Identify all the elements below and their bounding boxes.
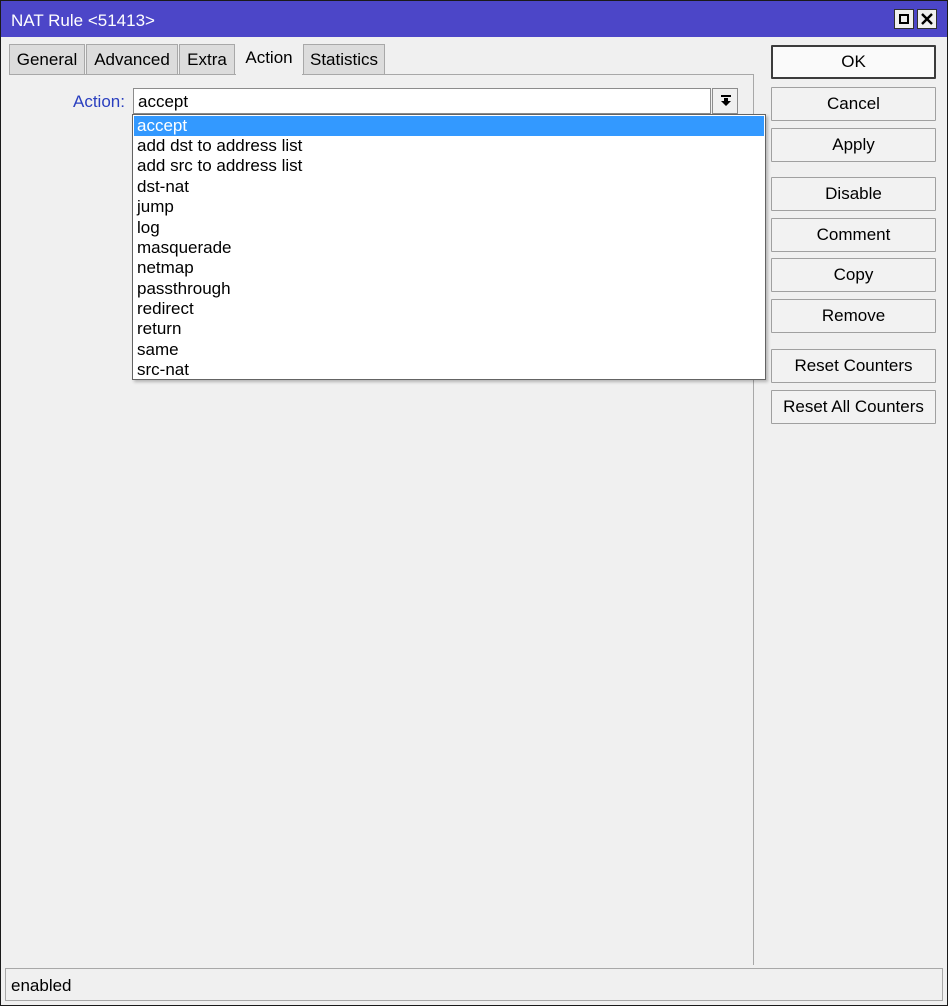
tab-advanced[interactable]: Advanced <box>86 44 178 74</box>
dropdown-arrow-icon <box>721 95 731 106</box>
option-same[interactable]: same <box>134 340 764 360</box>
remove-button[interactable]: Remove <box>771 299 936 333</box>
option-accept[interactable]: accept <box>134 116 764 136</box>
option-masquerade[interactable]: masquerade <box>134 238 764 258</box>
option-src-nat[interactable]: src-nat <box>134 360 764 380</box>
action-options-list: accept add dst to address list add src t… <box>132 114 766 380</box>
maximize-icon <box>899 14 909 24</box>
option-jump[interactable]: jump <box>134 197 764 217</box>
tab-extra[interactable]: Extra <box>179 44 235 74</box>
maximize-button[interactable] <box>894 9 914 29</box>
option-log[interactable]: log <box>134 218 764 238</box>
action-select[interactable]: accept <box>133 88 711 114</box>
close-button[interactable] <box>917 9 937 29</box>
reset-counters-button[interactable]: Reset Counters <box>771 349 936 383</box>
tab-statistics[interactable]: Statistics <box>303 44 385 74</box>
status-text: enabled <box>11 976 72 995</box>
option-dst-nat[interactable]: dst-nat <box>134 177 764 197</box>
tab-action[interactable]: Action <box>236 41 302 75</box>
comment-button[interactable]: Comment <box>771 218 936 252</box>
option-add-src-to-address-list[interactable]: add src to address list <box>134 156 764 176</box>
apply-button[interactable]: Apply <box>771 128 936 162</box>
option-add-dst-to-address-list[interactable]: add dst to address list <box>134 136 764 156</box>
status-bar: enabled <box>5 968 943 1001</box>
active-tab-gap <box>237 74 301 75</box>
action-value: accept <box>138 92 189 111</box>
option-return[interactable]: return <box>134 319 764 339</box>
close-icon <box>921 13 933 25</box>
option-passthrough[interactable]: passthrough <box>134 279 764 299</box>
window-title: NAT Rule <51413> <box>11 11 155 30</box>
option-netmap[interactable]: netmap <box>134 258 764 278</box>
reset-all-counters-button[interactable]: Reset All Counters <box>771 390 936 424</box>
tab-general[interactable]: General <box>9 44 85 74</box>
title-bar: NAT Rule <51413> <box>1 1 947 37</box>
nat-rule-window: NAT Rule <51413> General Advanced Extra … <box>0 0 948 1006</box>
cancel-button[interactable]: Cancel <box>771 87 936 121</box>
option-redirect[interactable]: redirect <box>134 299 764 319</box>
ok-button[interactable]: OK <box>771 45 936 79</box>
action-dropdown-button[interactable] <box>712 88 738 114</box>
disable-button[interactable]: Disable <box>771 177 936 211</box>
copy-button[interactable]: Copy <box>771 258 936 292</box>
action-label: Action: <box>73 92 125 111</box>
tab-divider <box>9 74 754 75</box>
